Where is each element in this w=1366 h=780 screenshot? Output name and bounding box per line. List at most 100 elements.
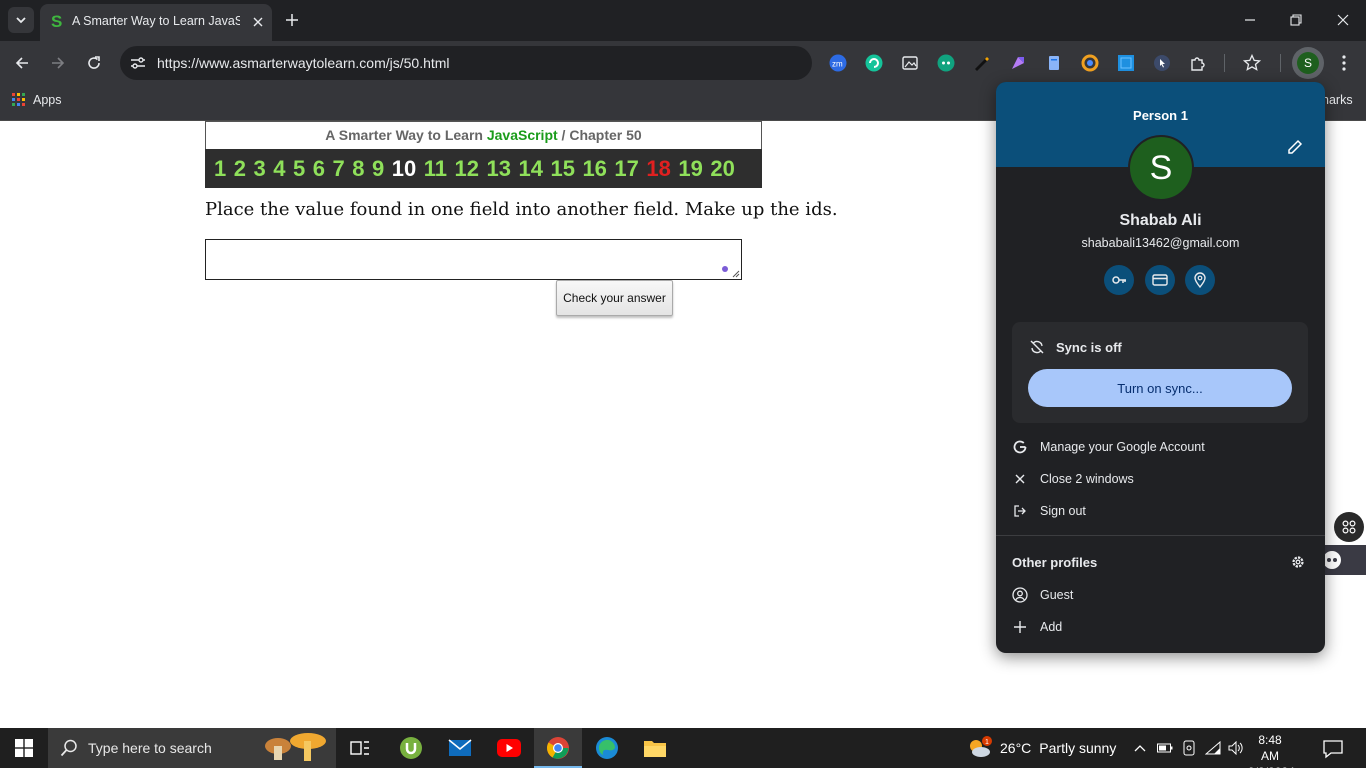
network-icon[interactable]	[1204, 738, 1222, 758]
floating-assistant-icon[interactable]	[1318, 545, 1366, 575]
image-extension-icon[interactable]	[900, 53, 920, 73]
header-separator: /	[557, 127, 570, 143]
purple-extension-icon[interactable]	[1008, 53, 1028, 73]
chapter-link-9[interactable]: 9	[372, 156, 384, 182]
resize-handle-icon[interactable]	[732, 270, 740, 278]
sync-status: Sync is off	[1056, 340, 1122, 355]
browser-tab[interactable]: S A Smarter Way to Learn JavaScr	[40, 4, 272, 41]
youtube-icon[interactable]	[497, 736, 521, 760]
chapter-link-7[interactable]: 7	[333, 156, 345, 182]
chapter-link-5[interactable]: 5	[293, 156, 305, 182]
payment-card-icon[interactable]	[1145, 265, 1175, 295]
clock-time: 8:48 AM	[1258, 733, 1282, 763]
tab-bar: S A Smarter Way to Learn JavaScr	[0, 0, 1366, 41]
site-favicon-icon: S	[51, 12, 62, 30]
turn-on-sync-button[interactable]: Turn on sync...	[1028, 369, 1292, 407]
passwords-key-icon[interactable]	[1104, 265, 1134, 295]
manage-profiles-gear-icon[interactable]	[1290, 554, 1306, 570]
close-x-icon	[1012, 471, 1028, 487]
color-extension-icon[interactable]	[1080, 53, 1100, 73]
all-bookmarks-label[interactable]: narks	[1322, 93, 1353, 107]
chapter-link-6[interactable]: 6	[313, 156, 325, 182]
windows-taskbar: Type here to search 1 26°C Partly sunny …	[0, 728, 1366, 779]
minimize-icon[interactable]	[1240, 10, 1260, 30]
check-answer-button[interactable]: Check your answer	[556, 280, 673, 316]
chapter-nav: 1 2 3 4 5 6 7 8 9 10 11 12 13 14 15 16 17 18 19 20	[205, 149, 762, 188]
chapter-link-20[interactable]: 20	[710, 156, 734, 182]
chapter-link-13[interactable]: 13	[486, 156, 510, 182]
profile-avatar-button[interactable]: S	[1292, 47, 1324, 79]
task-view-icon[interactable]	[348, 736, 372, 760]
taskbar-search-box[interactable]: Type here to search	[48, 728, 336, 768]
chat-extension-icon[interactable]	[936, 53, 956, 73]
restore-icon[interactable]	[1286, 10, 1306, 30]
chapter-link-17[interactable]: 17	[614, 156, 638, 182]
sign-out-item[interactable]: Sign out	[1012, 497, 1312, 525]
floating-grid-icon[interactable]	[1334, 512, 1364, 542]
profile-name: Shabab Ali	[1119, 212, 1202, 229]
back-icon[interactable]	[10, 51, 34, 75]
chapter-link-3[interactable]: 3	[254, 156, 266, 182]
bookmark-star-icon[interactable]	[1242, 53, 1262, 73]
header-prefix: A Smarter Way to Learn	[325, 127, 487, 143]
grammar-extension-icon[interactable]	[864, 53, 884, 73]
file-explorer-icon[interactable]	[643, 736, 667, 760]
add-profile-item[interactable]: Add	[1012, 613, 1312, 641]
reload-icon[interactable]	[82, 51, 106, 75]
chapter-link-15[interactable]: 15	[550, 156, 574, 182]
close-tab-icon[interactable]	[248, 12, 268, 32]
chrome-icon[interactable]	[546, 736, 570, 760]
extensions-puzzle-icon[interactable]	[1188, 53, 1208, 73]
more-menu-icon[interactable]	[1334, 53, 1354, 73]
profile-person-label: Person 1	[1133, 108, 1188, 123]
weather-widget[interactable]: 1 26°C Partly sunny	[966, 736, 1116, 760]
edit-pencil-icon[interactable]	[1286, 138, 1304, 156]
document-extension-icon[interactable]	[1044, 53, 1064, 73]
profile-avatar-letter: S	[1297, 52, 1319, 74]
zoom-extension-icon[interactable]: zm	[828, 53, 848, 73]
chapter-link-8[interactable]: 8	[352, 156, 364, 182]
manage-google-account-item[interactable]: Manage your Google Account	[1012, 433, 1312, 461]
chapter-link-16[interactable]: 16	[582, 156, 606, 182]
pencil-extension-icon[interactable]	[972, 53, 992, 73]
tab-search-button[interactable]	[8, 7, 34, 33]
profile-menu: Person 1 S Shabab Ali shababali13462@gma…	[996, 82, 1325, 653]
site-settings-icon[interactable]	[130, 56, 146, 70]
blue-square-extension-icon[interactable]	[1116, 53, 1136, 73]
show-hidden-icons-chevron-icon[interactable]	[1131, 738, 1149, 758]
forward-icon[interactable]	[46, 51, 70, 75]
header-chapter: Chapter 50	[569, 127, 642, 143]
bookmark-apps[interactable]: Apps	[12, 93, 62, 107]
header-brand: JavaScript	[486, 127, 558, 143]
clock-date: 9/8/2024	[1248, 765, 1295, 779]
utorrent-icon[interactable]	[399, 736, 423, 760]
windows-start-icon[interactable]	[0, 728, 48, 768]
cursor-extension-icon[interactable]	[1152, 53, 1172, 73]
chapter-link-14[interactable]: 14	[518, 156, 542, 182]
notifications-icon[interactable]	[1322, 738, 1344, 760]
close-window-icon[interactable]	[1333, 10, 1353, 30]
other-profiles-heading: Other profiles	[1012, 555, 1098, 570]
grammar-indicator-icon[interactable]	[722, 266, 728, 272]
address-bar[interactable]: https://www.asmarterwaytolearn.com/js/50…	[120, 46, 812, 80]
volume-icon[interactable]	[1227, 738, 1245, 758]
addresses-location-icon[interactable]	[1185, 265, 1215, 295]
chapter-link-10[interactable]: 10	[392, 156, 416, 182]
battery-icon[interactable]	[1156, 738, 1174, 758]
answer-textarea[interactable]	[205, 239, 742, 280]
chapter-link-1[interactable]: 1	[214, 156, 226, 182]
mail-icon[interactable]	[448, 736, 472, 760]
chapter-link-4[interactable]: 4	[273, 156, 285, 182]
system-clock[interactable]: 8:48 AM 9/8/2024	[1248, 732, 1295, 780]
edge-icon[interactable]	[595, 736, 619, 760]
chapter-link-12[interactable]: 12	[455, 156, 479, 182]
browser-toolbar: https://www.asmarterwaytolearn.com/js/50…	[0, 41, 1366, 85]
guest-profile-item[interactable]: Guest	[1012, 581, 1312, 609]
new-tab-icon[interactable]	[282, 10, 302, 30]
chapter-link-11[interactable]: 11	[424, 156, 447, 182]
chapter-link-19[interactable]: 19	[678, 156, 702, 182]
chapter-link-2[interactable]: 2	[234, 156, 246, 182]
close-windows-item[interactable]: Close 2 windows	[1012, 465, 1312, 493]
chapter-link-18[interactable]: 18	[646, 156, 670, 182]
meet-now-icon[interactable]	[1180, 738, 1198, 758]
